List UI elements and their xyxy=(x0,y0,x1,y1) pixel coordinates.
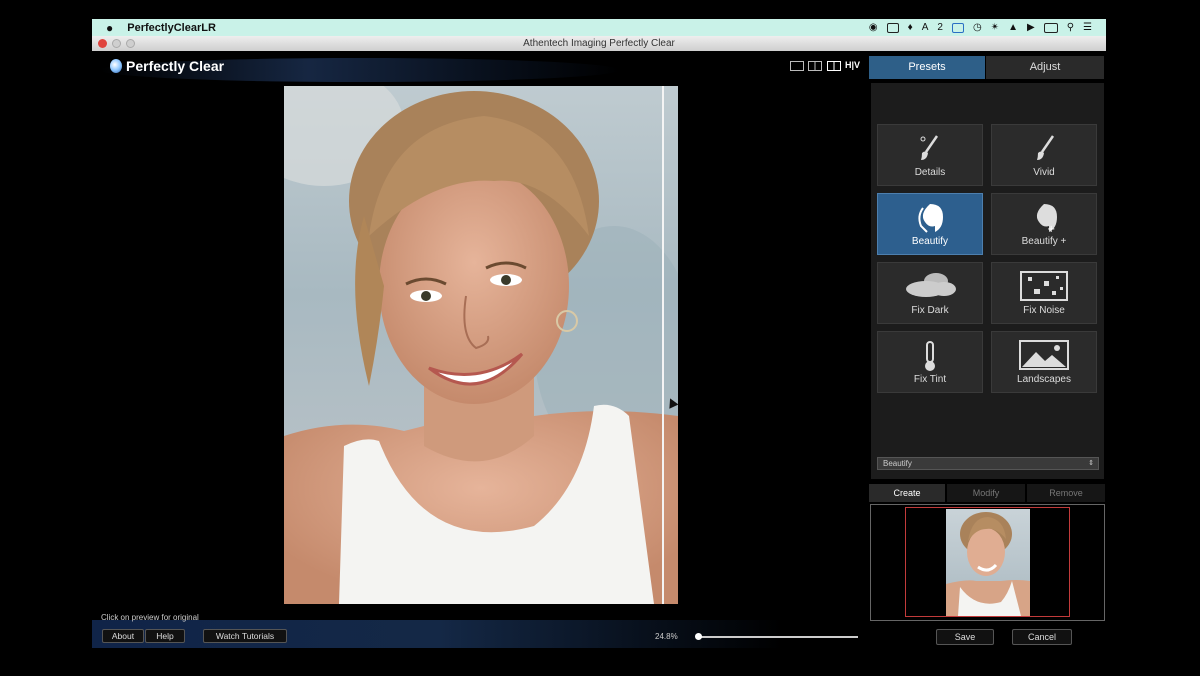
watch-tutorials-button[interactable]: Watch Tutorials xyxy=(203,629,287,643)
split-view-button[interactable] xyxy=(827,61,841,71)
preset-label: Details xyxy=(914,167,946,178)
noise-icon xyxy=(1020,271,1068,304)
time-machine-icon[interactable]: ◷ xyxy=(973,22,982,33)
creative-cloud-icon[interactable]: ◉ xyxy=(869,22,878,33)
tab-adjust[interactable]: Adjust xyxy=(986,56,1104,79)
cancel-button[interactable]: Cancel xyxy=(1012,629,1072,645)
battery-icon[interactable] xyxy=(1043,22,1058,33)
evernote-icon[interactable]: ♦ xyxy=(908,22,913,33)
preset-fix-tint-button[interactable]: Fix Tint xyxy=(877,331,983,393)
face-icon xyxy=(915,202,945,237)
preset-vivid-button[interactable]: Vivid xyxy=(991,124,1097,186)
logo-mark-icon xyxy=(110,59,122,73)
tab-presets[interactable]: Presets xyxy=(869,56,985,79)
zoom-level: 24.8% xyxy=(655,632,678,641)
save-button[interactable]: Save xyxy=(936,629,994,645)
preset-label: Landscapes xyxy=(1017,374,1071,385)
modify-preset-button[interactable]: Modify xyxy=(947,484,1025,502)
preview-hint: Click on preview for original xyxy=(101,613,199,622)
airplay-icon[interactable] xyxy=(951,22,964,33)
create-preset-button[interactable]: Create xyxy=(869,484,945,502)
brush-icon xyxy=(917,133,943,166)
preset-beautify-plus-button[interactable]: + Beautify + xyxy=(991,193,1097,255)
preset-label: Beautify xyxy=(911,236,949,247)
preset-label: Vivid xyxy=(1033,167,1055,178)
logo-text: Perfectly Clear xyxy=(126,58,225,74)
preset-label: Fix Noise xyxy=(1023,305,1065,316)
system-menu-bar: ● PerfectlyClearLR ◉ ♦ A 2 ◷ ✴ ▲ ▶ ⚲ ☰ xyxy=(92,19,1106,36)
split-divider-handle[interactable] xyxy=(662,86,664,604)
face-plus-icon: + xyxy=(1029,202,1059,237)
close-window-icon[interactable] xyxy=(98,39,107,48)
preset-select-dropdown[interactable]: Beautify ⇕ xyxy=(877,457,1099,470)
svg-text:+: + xyxy=(1047,224,1055,234)
cloud-icon xyxy=(904,271,956,302)
preset-beautify-button[interactable]: Beautify xyxy=(877,193,983,255)
preset-select-value: Beautify xyxy=(883,459,912,468)
help-button[interactable]: Help xyxy=(145,629,185,643)
preset-fix-dark-button[interactable]: Fix Dark xyxy=(877,262,983,324)
side-by-side-view-button[interactable] xyxy=(808,61,822,71)
preset-details-button[interactable]: Details xyxy=(877,124,983,186)
minimize-window-icon[interactable] xyxy=(112,39,121,48)
dropdown-arrows-icon: ⇕ xyxy=(1088,460,1094,467)
hv-toggle-button[interactable]: H|V xyxy=(845,60,860,70)
app-status-icon[interactable] xyxy=(886,22,899,33)
preset-fix-noise-button[interactable]: Fix Noise xyxy=(991,262,1097,324)
zoom-window-icon[interactable] xyxy=(126,39,135,48)
navigator-viewport-frame[interactable] xyxy=(905,507,1070,617)
about-button[interactable]: About xyxy=(102,629,144,643)
bluetooth-icon[interactable]: ✴ xyxy=(991,22,999,33)
preset-label: Beautify + xyxy=(1021,236,1067,247)
status-icons: ◉ ♦ A 2 ◷ ✴ ▲ ▶ ⚲ ☰ xyxy=(869,22,1092,33)
adobe-status-icon[interactable]: A xyxy=(922,22,929,33)
window-title-bar: Athentech Imaging Perfectly Clear xyxy=(92,36,1106,52)
landscape-icon xyxy=(1019,340,1069,373)
portrait-photo xyxy=(284,86,678,604)
zoom-slider-handle[interactable] xyxy=(695,633,702,640)
preset-landscapes-button[interactable]: Landscapes xyxy=(991,331,1097,393)
apple-icon[interactable]: ● xyxy=(106,21,113,35)
preset-label: Fix Tint xyxy=(913,374,947,385)
presets-panel: Details Vivid Beautify + Beautify + Fix … xyxy=(871,83,1104,479)
remove-preset-button[interactable]: Remove xyxy=(1027,484,1105,502)
brush-icon xyxy=(1031,133,1057,166)
volume-icon[interactable]: ▶ xyxy=(1027,22,1035,33)
status-count: 2 xyxy=(937,22,943,33)
preset-label: Fix Dark xyxy=(911,305,949,316)
notifications-icon[interactable]: ☰ xyxy=(1083,22,1092,33)
spotlight-icon[interactable]: ⚲ xyxy=(1067,22,1074,33)
app-logo: Perfectly Clear xyxy=(110,58,224,74)
zoom-slider[interactable] xyxy=(698,636,858,638)
photo-preview[interactable] xyxy=(284,86,678,604)
single-view-button[interactable] xyxy=(790,61,804,71)
wifi-icon[interactable]: ▲ xyxy=(1008,22,1018,33)
window-title: Athentech Imaging Perfectly Clear xyxy=(523,38,675,49)
thermometer-icon xyxy=(922,340,938,375)
footer-swoosh xyxy=(92,620,782,648)
app-menu-name[interactable]: PerfectlyClearLR xyxy=(127,22,216,34)
